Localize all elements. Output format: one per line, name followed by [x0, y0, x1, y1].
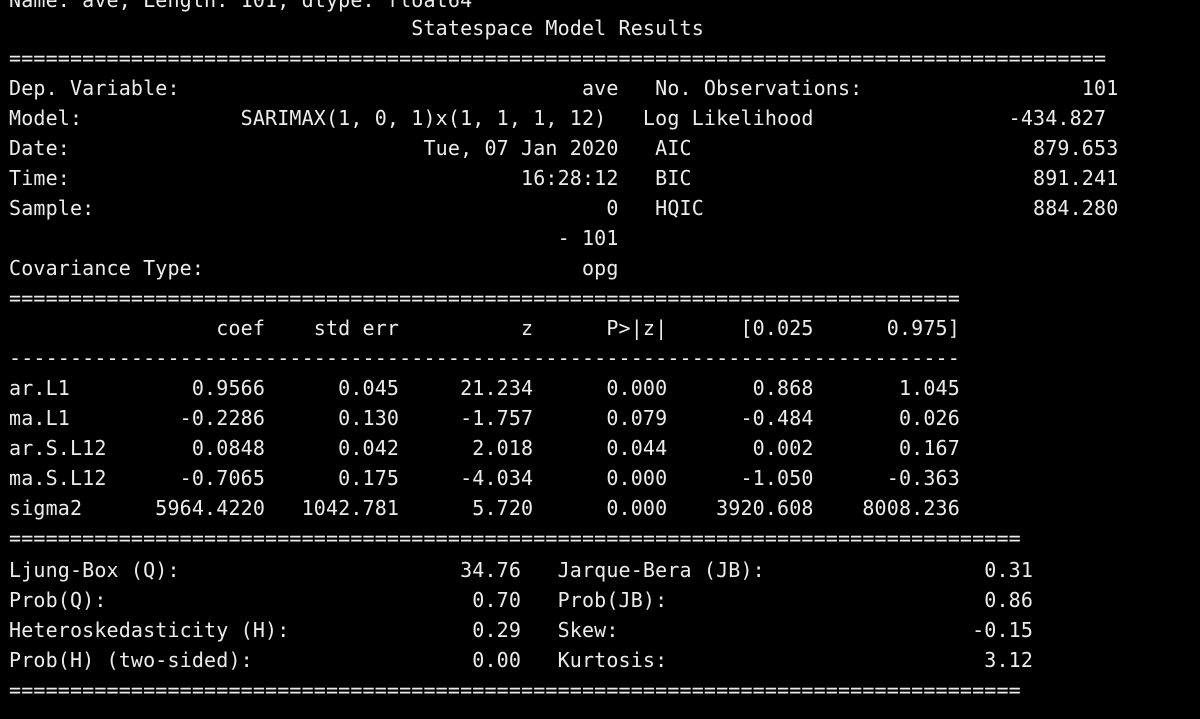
- diag-row-prob-h: Prob(H) (two-sided): 0.00 Kurtosis: 3.12: [9, 648, 1034, 672]
- diag-row-ljung-box: Ljung-Box (Q): 34.76 Jarque-Bera (JB): 0…: [9, 558, 1034, 582]
- divider-line: ========================================…: [9, 678, 1021, 702]
- divider-line: ========================================…: [9, 526, 1021, 550]
- summary-row-time: Time: 16:28:12 BIC 891.241: [9, 166, 1119, 190]
- summary-row-sample: Sample: 0 HQIC 884.280: [9, 196, 1119, 220]
- diag-row-prob-q: Prob(Q): 0.70 Prob(JB): 0.86: [9, 588, 1034, 612]
- coef-row-ma-s-l12: ma.S.L12 -0.7065 0.175 -4.034 0.000 -1.0…: [9, 466, 960, 490]
- summary-row-covariance-type: Covariance Type: opg: [9, 256, 619, 280]
- summary-row-model: Model: SARIMAX(1, 0, 1)x(1, 1, 1, 12) Lo…: [9, 106, 1107, 130]
- divider-line: ========================================…: [9, 286, 960, 310]
- coef-table-header: coef std err z P>|z| [0.025 0.975]: [9, 316, 960, 340]
- summary-row-date: Date: Tue, 07 Jan 2020 AIC 879.653: [9, 136, 1119, 160]
- terminal-output: Name: ave, Length: 101, dtype: float64 S…: [0, 0, 1200, 719]
- divider-line: ========================================…: [9, 46, 1107, 70]
- coef-row-ar-l1: ar.L1 0.9566 0.045 21.234 0.000 0.868 1.…: [9, 376, 960, 400]
- summary-row-dep-variable: Dep. Variable: ave No. Observations: 101: [9, 76, 1119, 100]
- results-title: Statespace Model Results: [9, 16, 704, 40]
- summary-row-sample-end: - 101: [9, 226, 619, 250]
- coef-row-ar-s-l12: ar.S.L12 0.0848 0.042 2.018 0.044 0.002 …: [9, 436, 960, 460]
- coef-row-sigma2: sigma2 5964.4220 1042.781 5.720 0.000 39…: [9, 496, 960, 520]
- diag-row-heteroskedasticity: Heteroskedasticity (H): 0.29 Skew: -0.15: [9, 618, 1034, 642]
- coef-row-ma-l1: ma.L1 -0.2286 0.130 -1.757 0.079 -0.484 …: [9, 406, 960, 430]
- dash-divider-line: ----------------------------------------…: [9, 346, 960, 370]
